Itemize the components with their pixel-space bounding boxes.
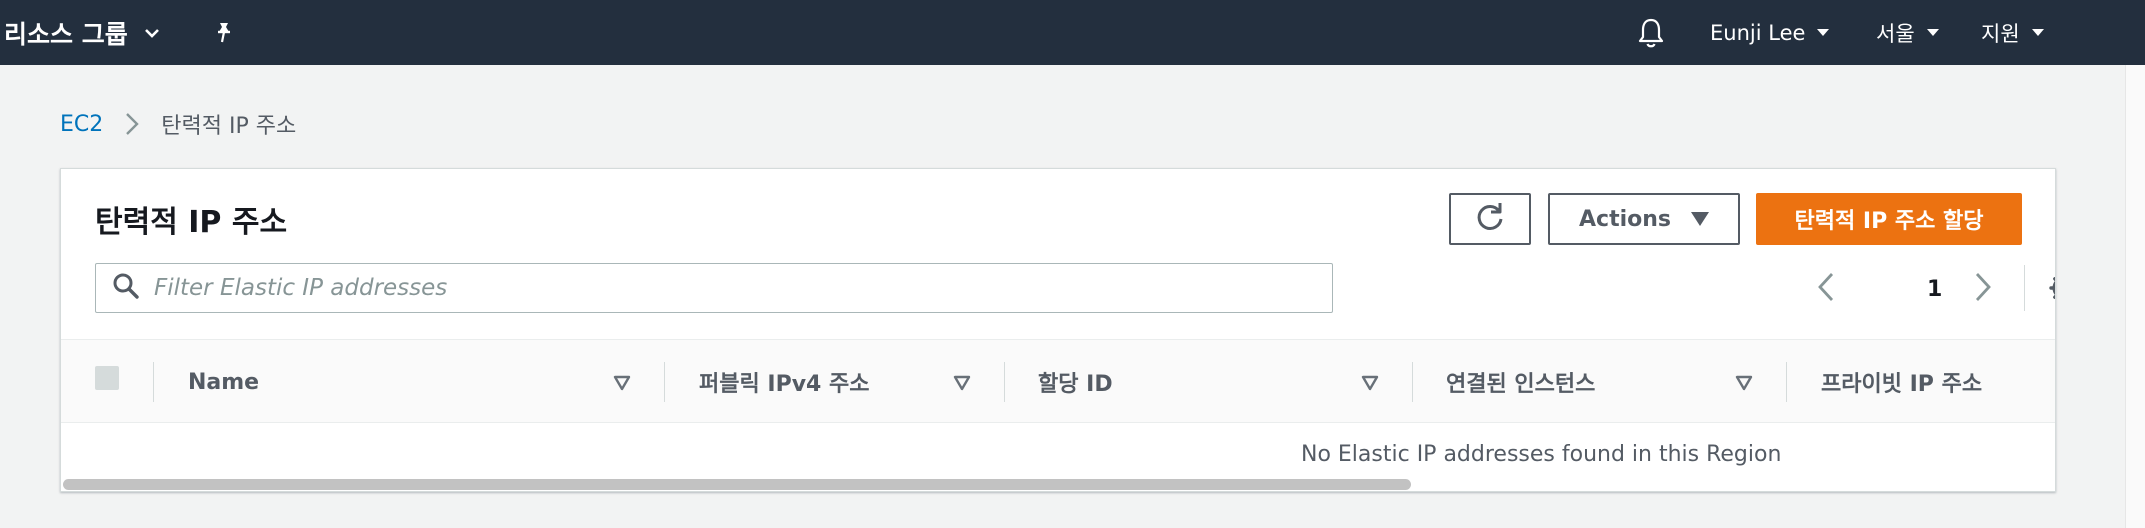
support-label: 지원 [1981,21,2020,46]
user-menu[interactable]: Eunji Lee [1710,0,1830,65]
column-header-public-ipv4[interactable]: 퍼블릭 IPv4 주소 [699,340,869,424]
support-menu[interactable]: 지원 [1981,0,2044,65]
column-divider [1004,362,1005,402]
allocate-elastic-ip-button[interactable]: 탄력적 IP 주소 할당 [1756,193,2022,245]
filter-field[interactable] [95,263,1333,313]
column-divider [1786,362,1787,402]
caret-down-icon [1926,29,1939,36]
breadcrumb: EC2 탄력적 IP 주소 [60,108,296,140]
preferences-button[interactable] [2048,272,2055,308]
previous-page-button[interactable] [1816,269,1836,309]
table-header: Name 퍼블릭 IPv4 주소 할당 ID 연결된 인스턴스 프라이빗 IP … [61,339,2055,424]
breadcrumb-current: 탄력적 IP 주소 [161,114,297,139]
column-header-private-ip[interactable]: 프라이빗 IP 주소 [1821,340,1982,424]
bell-icon[interactable] [1636,0,1666,65]
page-number-button[interactable]: 1 [1927,269,1942,309]
divider [2024,265,2025,311]
sort-icon[interactable] [613,375,631,395]
resource-groups-label: 리소스 그룹 [4,19,128,49]
select-all-checkbox[interactable] [95,366,119,390]
page-title: 탄력적 IP 주소 [95,205,288,240]
empty-state-message: No Elastic IP addresses found in this Re… [1301,442,1782,467]
refresh-button[interactable] [1449,193,1531,245]
resource-groups-menu[interactable]: 리소스 그룹 [4,0,160,65]
column-header-associated-instance[interactable]: 연결된 인스턴스 [1446,340,1595,424]
user-name: Eunji Lee [1710,20,1806,45]
next-page-button[interactable] [1973,269,1993,309]
sort-icon[interactable] [1361,375,1379,395]
column-header-allocation-id[interactable]: 할당 ID [1038,340,1113,424]
page-scroll-area [2125,65,2145,528]
horizontal-scrollbar[interactable] [63,479,1411,490]
column-header-divider [1412,362,1413,402]
column-header-name[interactable]: Name [188,340,259,424]
chevron-right-icon [125,112,139,136]
filter-input[interactable] [154,275,1304,301]
refresh-icon [1474,200,1506,238]
region-label: 서울 [1876,21,1915,46]
top-navigation: 리소스 그룹 Eunji Lee 서울 지원 [0,0,2145,65]
elastic-ip-panel: 탄력적 IP 주소 Actions 탄력적 IP 주소 할당 1 [60,168,2056,492]
pin-icon[interactable] [212,0,236,65]
region-menu[interactable]: 서울 [1876,0,1939,65]
allocate-label: 탄력적 IP 주소 할당 [1794,209,1984,234]
caret-down-icon [1817,29,1830,36]
sort-icon[interactable] [953,375,971,395]
caret-down-icon [2031,29,2044,36]
caret-down-icon [1691,212,1709,226]
chevron-right-icon [1973,271,1993,307]
chevron-left-icon [1816,271,1836,307]
breadcrumb-ec2-link[interactable]: EC2 [60,112,103,137]
actions-label: Actions [1579,206,1671,232]
search-icon [112,272,140,304]
chevron-down-icon [144,27,160,39]
column-divider [153,362,154,402]
actions-button[interactable]: Actions [1548,193,1740,245]
sort-icon[interactable] [1735,375,1753,395]
gear-icon [2048,277,2055,308]
column-divider [664,362,665,402]
